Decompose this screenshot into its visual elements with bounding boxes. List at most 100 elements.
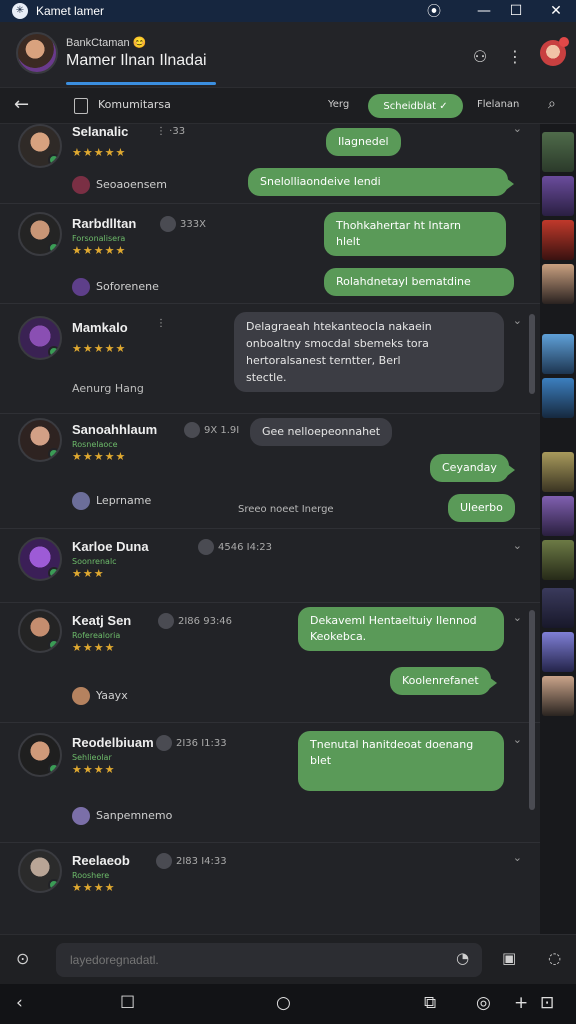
toolbar-label[interactable]: Komumitarsa: [98, 98, 171, 111]
thread-avatar[interactable]: [18, 418, 62, 462]
emoji-icon[interactable]: ◔: [456, 949, 469, 967]
thread-item[interactable]: Karloe Duna Soonrenalc ★★★ 4546 I4:23 ⌄: [0, 529, 540, 603]
thread-item[interactable]: Reodelbiuam Sehlieolar ★★★★ 2I36 I1:33 S…: [0, 723, 540, 843]
thread-item[interactable]: Keatj Sen Roferealoria ★★★★ 2I86 93:46 Y…: [0, 603, 540, 723]
nav-back-icon[interactable]: ‹: [16, 993, 23, 1013]
chat-subtitle: BankCtaman 😊: [66, 37, 147, 49]
message-bubble[interactable]: Rolahdnetayl bematdine: [324, 268, 514, 296]
chat-title[interactable]: Mamer Ilnan Ilnadai: [66, 52, 207, 70]
online-badge: [48, 567, 60, 579]
media-thumbnail[interactable]: [542, 176, 574, 216]
app-window: ✳ Kamet lamer ⦿ — ☐ ✕ BankCtaman 😊 Mamer…: [0, 0, 576, 1024]
media-thumbnail[interactable]: [542, 132, 574, 172]
message-bubble[interactable]: Gee nelloepeonnahet: [250, 418, 393, 446]
thread-name: Keatj Sen: [72, 613, 132, 628]
rating-stars: ★★★★: [72, 881, 116, 894]
chevron-down-icon[interactable]: ⌄: [513, 851, 522, 864]
thread-item[interactable]: Mamkalo ★★★★★ ⋮ Aenurg Hang Delagraeah h…: [0, 304, 540, 414]
thread-meta: 2I86 93:46: [158, 613, 232, 629]
media-thumbnail[interactable]: [542, 378, 574, 418]
online-badge: [48, 639, 60, 651]
thread-item[interactable]: Selanalic ★★★★★ ⋮ ·33 Seoaoensem Ilagned…: [0, 124, 540, 204]
chevron-down-icon[interactable]: ⌄: [513, 611, 522, 624]
rating-stars: ★★★★★: [72, 146, 127, 159]
thread-avatar[interactable]: [18, 849, 62, 893]
nav-add-icon[interactable]: +: [514, 993, 528, 1013]
rating-stars: ★★★: [72, 567, 105, 580]
nav-target-icon[interactable]: ◎: [476, 993, 491, 1013]
voice-icon[interactable]: ◌: [548, 949, 561, 967]
chevron-down-icon[interactable]: ⌄: [513, 539, 522, 552]
reply-avatar: [72, 176, 90, 194]
thread-avatar[interactable]: [18, 212, 62, 256]
thread-reply: Seoaoensem: [72, 176, 167, 194]
message-bubble[interactable]: Snelolliaondeive Iendi: [248, 168, 514, 196]
thread-item[interactable]: Reelaeob Rooshere ★★★★ 2I83 I4:33 ⌄: [0, 843, 540, 934]
nav-window-icon[interactable]: ⧉: [424, 993, 436, 1013]
thread-avatar[interactable]: [18, 537, 62, 581]
tab-active-pill[interactable]: Scheidblat ✓: [368, 94, 463, 118]
message-bubble[interactable]: Uleerbo: [448, 494, 515, 522]
chevron-down-icon[interactable]: ⌄: [513, 733, 522, 746]
thread-subtitle: Soonrenalc: [72, 557, 117, 566]
message-bubble[interactable]: Ceyanday: [430, 454, 515, 482]
mention-icon: [198, 539, 214, 555]
message-bubble[interactable]: Ilagnedel: [326, 128, 401, 156]
group-avatar[interactable]: [16, 32, 58, 74]
notification-dot: [559, 37, 569, 47]
media-thumbnail[interactable]: [542, 220, 574, 260]
tab-yerg[interactable]: Yerg: [328, 99, 349, 110]
scrollbar-thumb[interactable]: [529, 610, 535, 810]
media-thumbnail[interactable]: [542, 452, 574, 492]
message-bubble[interactable]: Tnenutal hanitdeoat doenang blet: [298, 731, 504, 791]
media-thumbnail[interactable]: [542, 676, 574, 716]
scrollbar-thumb[interactable]: [529, 314, 535, 394]
chevron-down-icon[interactable]: ⌄: [513, 314, 522, 327]
thread-avatar[interactable]: [18, 124, 62, 168]
media-thumbnail[interactable]: [542, 632, 574, 672]
thread-subtitle: Roferealoria: [72, 631, 121, 640]
tab-flelanan[interactable]: Flelanan: [477, 99, 519, 110]
thread-item[interactable]: Sanoahhlaum Rosnelaoce ★★★★★ 9X 1.9I Lep…: [0, 414, 540, 529]
nav-recents-icon[interactable]: ☐: [120, 993, 135, 1013]
back-arrow-icon[interactable]: ←: [14, 94, 29, 115]
message-input[interactable]: [56, 943, 482, 977]
reply-name: Seoaoensem: [96, 178, 167, 191]
nav-home-icon[interactable]: ○: [276, 993, 291, 1013]
record-icon[interactable]: ⦿: [414, 0, 454, 22]
thread-avatar[interactable]: [18, 316, 62, 360]
media-thumbnail[interactable]: [542, 496, 574, 536]
message-bubble[interactable]: Koolenrefanet: [390, 667, 497, 695]
chevron-down-icon[interactable]: ⌄: [513, 124, 522, 135]
thread-name: Karloe Duna: [72, 539, 149, 554]
camera-icon[interactable]: ⊙: [16, 949, 29, 968]
message-bubble[interactable]: Thohkahertar ht Intarn hlelt: [324, 212, 506, 256]
message-bubble[interactable]: Dekaveml Hentaeltuiy Ilennod Keokebca.: [298, 607, 504, 651]
rating-stars: ★★★★: [72, 763, 116, 776]
online-badge: [48, 879, 60, 891]
message-bubble[interactable]: Delagraeah htekanteocla nakaein onboaltn…: [234, 312, 504, 392]
search-icon[interactable]: ⌕: [548, 96, 556, 112]
media-thumbnail[interactable]: [542, 334, 574, 374]
attach-icon[interactable]: ▣: [502, 949, 516, 967]
media-thumbnail[interactable]: [542, 588, 574, 628]
thread-subtitle: Rosnelaoce: [72, 440, 118, 449]
thread-avatar[interactable]: [18, 733, 62, 777]
thread-name: Reodelbiuam: [72, 735, 154, 750]
media-thumbnail[interactable]: [542, 540, 574, 580]
rating-stars: ★★★★★: [72, 450, 127, 463]
media-thumbnail[interactable]: [542, 264, 574, 304]
app-logo-icon: ✳: [12, 3, 28, 19]
thread-item[interactable]: Rarbdlltan Forsonalisera ★★★★★ 333X Sofo…: [0, 204, 540, 304]
online-badge: [48, 346, 60, 358]
share-icon[interactable]: ⚇: [468, 44, 492, 68]
maximize-button[interactable]: ☐: [496, 0, 536, 22]
reply-name: Leprname: [96, 494, 152, 507]
nav-cast-icon[interactable]: ⊡: [540, 993, 554, 1013]
close-button[interactable]: ✕: [536, 0, 576, 22]
thread-avatar[interactable]: [18, 609, 62, 653]
thread-hint: Sreeo noeet Inerge: [238, 504, 334, 515]
document-icon[interactable]: [74, 98, 88, 114]
user-avatar[interactable]: [540, 37, 569, 66]
more-icon[interactable]: ⋮: [503, 44, 527, 68]
